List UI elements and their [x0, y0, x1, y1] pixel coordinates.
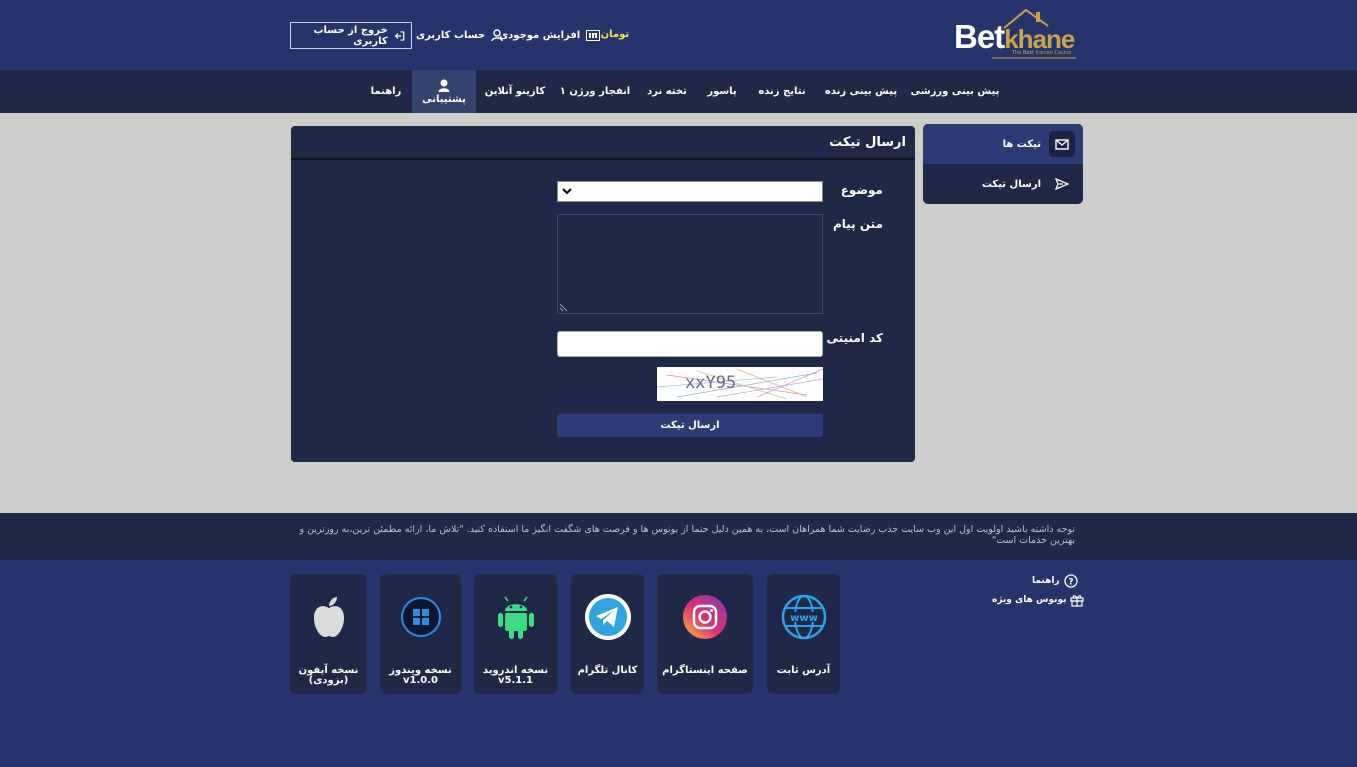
app-card-windows-label: نسخه ویندوز v1.0.0: [389, 666, 452, 686]
send-ticket-panel: ارسال تیکت موضوع متن پیام کد امنیتی xxY9…: [291, 126, 915, 462]
mail-icon: [1049, 131, 1075, 157]
captcha-text: xxY95: [685, 373, 737, 393]
balance-display: تومان ۰: [591, 29, 630, 40]
app-card-windows[interactable]: نسخه ویندوز v1.0.0: [380, 574, 461, 694]
nav-item-backgammon[interactable]: تخته نرد: [642, 70, 692, 113]
captcha-image: xxY95: [657, 367, 823, 401]
footer-link-bonus-label: بونوس های ویژه: [992, 595, 1067, 605]
footer-link-guide-label: راهنما: [1032, 576, 1060, 586]
app-card-android-label: نسخه اندروید v5.1.1: [483, 666, 548, 686]
svg-text:www: www: [790, 613, 818, 624]
app-card-fixed-address-label: آدرس ثابت: [776, 665, 831, 676]
nav-item-live-prediction[interactable]: پیش بینی زنده: [822, 70, 900, 113]
account-button[interactable]: حساب کاربری: [416, 22, 503, 49]
sidebar-item-send-ticket[interactable]: ارسال تیکت: [923, 164, 1083, 204]
footer-link-bonus[interactable]: بونوس های ویژه: [992, 593, 1085, 607]
captcha-noise-icon: [657, 368, 823, 400]
site-logo[interactable]: Betkhane The Best Iranian Casino: [952, 6, 1078, 62]
help-circle-icon: ?: [1063, 574, 1078, 588]
logo-tagline: The Best Iranian Casino: [1012, 50, 1072, 56]
chevron-down-icon: [562, 188, 572, 195]
header: [0, 0, 1357, 70]
sidebar-item-tickets[interactable]: تیکت ها: [923, 124, 1083, 164]
nav-item-support-label: پشتیبانی: [422, 93, 466, 105]
captcha-input[interactable]: [557, 331, 823, 357]
footer-link-guide[interactable]: ? راهنما: [1032, 574, 1078, 588]
app-card-telegram[interactable]: کانال تلگرام: [571, 574, 644, 694]
captcha-label: کد امنیتی: [826, 331, 883, 345]
app-card-android[interactable]: نسخه اندروید v5.1.1: [474, 574, 557, 694]
app-card-instagram[interactable]: صفحه اینستاگرام: [657, 574, 753, 694]
iphone-version: (بزودی): [308, 675, 349, 686]
nav-item-sports-prediction[interactable]: پیش بینی ورزشی: [910, 70, 1000, 113]
globe-www-icon: www: [773, 586, 835, 648]
submit-ticket-button[interactable]: ارسال تیکت: [557, 414, 823, 437]
nav-item-support[interactable]: پشتیبانی: [412, 70, 476, 113]
message-label: متن پیام: [832, 217, 883, 231]
send-icon: [1049, 171, 1075, 197]
android-icon: [485, 586, 547, 648]
app-card-iphone-label: نسخه آیفون (بزودی): [299, 666, 359, 686]
panel-divider: [291, 158, 915, 160]
nav-item-guide[interactable]: راهنما: [366, 70, 406, 113]
nav-item-online-casino[interactable]: کازینو آنلاین: [482, 70, 548, 113]
deposit-label: افزایش موجودی: [499, 30, 581, 41]
apple-icon: [298, 586, 360, 648]
windows-icon: [390, 586, 452, 648]
panel-title: ارسال تیکت: [829, 135, 906, 150]
ticket-sidebar: تیکت ها ارسال تیکت: [923, 124, 1083, 204]
windows-version: v1.0.0: [403, 675, 438, 686]
android-version: v5.1.1: [498, 675, 533, 686]
notice-text: توجه داشته باشید اولویت اول این وب سایت …: [299, 524, 1075, 546]
resize-handle-icon[interactable]: [559, 303, 568, 312]
instagram-icon: [674, 586, 736, 648]
notice-bar: توجه داشته باشید اولویت اول این وب سایت …: [0, 513, 1357, 560]
nav-item-live-results[interactable]: نتایج زنده: [752, 70, 812, 113]
svg-text:?: ?: [1068, 578, 1073, 588]
app-card-fixed-address[interactable]: www آدرس ثابت: [767, 574, 840, 694]
logout-button[interactable]: خروج از حساب کاربری: [290, 22, 412, 49]
app-card-instagram-label: صفحه اینستاگرام: [662, 665, 748, 676]
deposit-button[interactable]: افزایش موجودی: [499, 22, 601, 49]
subject-select[interactable]: [557, 181, 823, 202]
gift-icon: [1070, 595, 1085, 607]
logout-label: خروج از حساب کاربری: [313, 24, 388, 47]
app-card-telegram-label: کانال تلگرام: [577, 665, 638, 676]
support-agent-icon: [438, 79, 450, 92]
telegram-icon: [577, 586, 639, 648]
subject-label: موضوع: [840, 183, 883, 197]
message-textarea[interactable]: [557, 214, 823, 314]
nav-item-crash[interactable]: انفجار ورژن ۱: [560, 70, 630, 113]
app-card-iphone[interactable]: نسخه آیفون (بزودی): [290, 574, 367, 694]
account-label: حساب کاربری: [416, 30, 486, 41]
sidebar-item-send-ticket-label: ارسال تیکت: [981, 178, 1041, 190]
logout-icon: [394, 30, 404, 41]
sidebar-item-tickets-label: تیکت ها: [1002, 138, 1041, 150]
nav-item-pasur[interactable]: پاسور: [702, 70, 742, 113]
